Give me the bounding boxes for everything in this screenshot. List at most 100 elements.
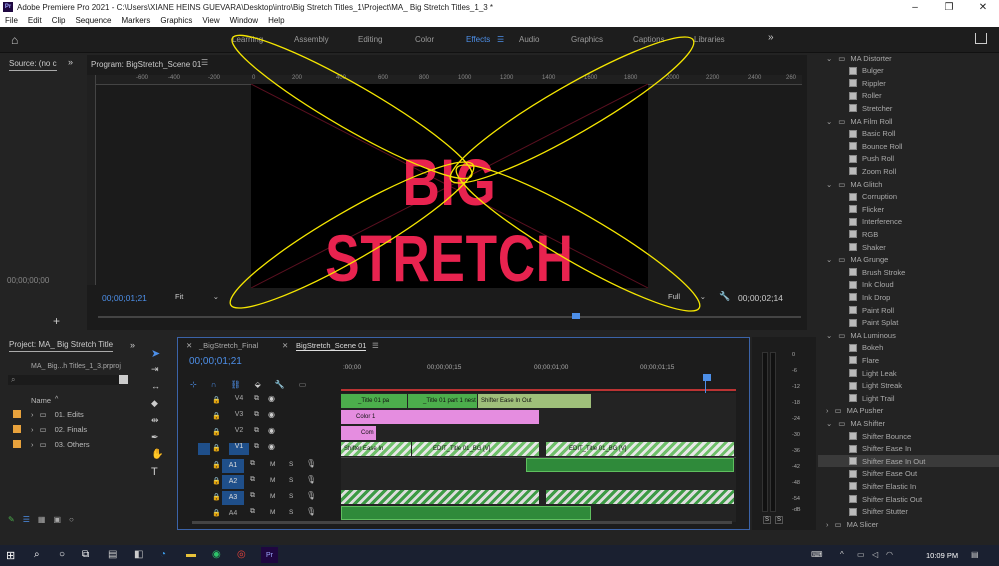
effects-folder[interactable]: ⌄ ▭ MA Grunge (826, 254, 996, 266)
program-current-timecode[interactable]: 00;00;01;21 (102, 293, 147, 303)
menu-sequence[interactable]: Sequence (75, 16, 111, 25)
tab-audio[interactable]: Audio (519, 35, 539, 44)
new-bin-icon[interactable] (119, 375, 128, 384)
mute-button[interactable]: M (270, 509, 275, 516)
hand-tool-icon[interactable]: ✋ (151, 449, 163, 460)
solo-button[interactable]: S (289, 493, 293, 500)
microphone-icon[interactable]: 🎙 (306, 491, 316, 500)
task-view-icon[interactable]: ⧉ (82, 549, 89, 560)
premiere-taskbar-icon[interactable]: Pr (261, 547, 278, 563)
type-tool-icon[interactable]: T (151, 466, 158, 478)
list-view-icon[interactable]: ☰ (23, 515, 30, 525)
menu-graphics[interactable]: Graphics (160, 16, 192, 25)
effect-item[interactable]: Brush Stroke (818, 266, 999, 278)
effects-folder[interactable]: ⌄ ▭ MA Film Roll (826, 115, 996, 127)
keyboard-icon[interactable]: ⌨ (811, 550, 823, 559)
project-folder-item[interactable]: › ▭ 02. Finals (13, 422, 87, 436)
menu-help[interactable]: Help (268, 16, 284, 25)
add-marker-icon[interactable]: + (53, 314, 60, 328)
track-label[interactable]: A3 (222, 491, 244, 505)
timeline-clip[interactable]: EDIT_Title 01_BG [V] (546, 442, 734, 456)
timeline-timecode[interactable]: 00;00;01;21 (189, 356, 242, 367)
tab-color[interactable]: Color (415, 35, 434, 44)
effect-item[interactable]: Shifter Stutter (818, 506, 999, 518)
windows-start-icon[interactable]: ⊞ (6, 549, 15, 562)
share-icon[interactable] (975, 33, 987, 44)
effect-item[interactable]: Light Trail (818, 392, 999, 404)
effect-item[interactable]: Shifter Elastic Out (818, 493, 999, 505)
chevron-right-icon[interactable]: › (31, 440, 34, 449)
effect-item[interactable]: Light Streak (818, 380, 999, 392)
track-label[interactable]: V1 (229, 443, 249, 455)
effect-item[interactable]: Shifter Ease In (818, 443, 999, 455)
eye-icon[interactable]: ◉ (268, 442, 275, 451)
chevron-right-icon[interactable]: › (826, 406, 829, 415)
cortana-icon[interactable]: ○ (59, 549, 65, 560)
scrubber-handle[interactable] (572, 313, 581, 319)
effect-item[interactable]: Bulger (818, 65, 999, 77)
effect-item[interactable]: Light Leak (818, 367, 999, 379)
effects-folder[interactable]: ⌄ ▭ MA Luminous (826, 329, 996, 341)
linked-selection-icon[interactable]: ⛓ (230, 380, 240, 390)
effect-item[interactable]: Shifter Elastic In (818, 480, 999, 492)
timeline-menu-icon[interactable]: ☰ (372, 341, 379, 350)
nest-icon[interactable]: ⊹ (190, 380, 197, 390)
chevron-down-icon[interactable]: ⌄ (826, 255, 832, 264)
sync-lock-icon[interactable]: ⧉ (250, 476, 255, 484)
tab-captions[interactable]: Captions (633, 35, 665, 44)
effect-item[interactable]: Flicker (818, 203, 999, 215)
sync-lock-icon[interactable]: ⧉ (254, 443, 259, 451)
effects-folder[interactable]: › ▭ MA Slicer (826, 518, 996, 530)
chevron-down-icon[interactable]: ⌄ (826, 331, 832, 340)
effect-item[interactable]: Paint Roll (818, 304, 999, 316)
chevron-down-icon[interactable]: ⌄ (826, 54, 832, 63)
audio-clip[interactable] (341, 490, 539, 504)
audio-clip[interactable] (546, 490, 734, 504)
close-icon[interactable]: ✕ (968, 0, 998, 14)
taskbar-clock[interactable]: 10:09 PM (926, 551, 958, 560)
timeline-clip[interactable]: Shifter Ease In (341, 442, 411, 456)
audio-clip[interactable] (341, 506, 591, 520)
chevron-right-icon[interactable]: › (826, 520, 829, 529)
menu-clip[interactable]: Clip (52, 16, 66, 25)
store-icon[interactable]: ◧ (134, 549, 143, 560)
effect-item[interactable]: Rippler (818, 77, 999, 89)
lock-icon[interactable]: 🔒 (212, 428, 221, 436)
effect-item[interactable]: Interference (818, 216, 999, 228)
chevron-right-icon[interactable]: › (31, 410, 34, 419)
track-select-tool-icon[interactable]: ⇥ (151, 364, 159, 375)
effect-item[interactable]: Shifter Bounce (818, 430, 999, 442)
menu-edit[interactable]: Edit (28, 16, 42, 25)
effects-folder[interactable]: › ▭ MA Pusher (826, 405, 996, 417)
timeline-clip[interactable]: Com (341, 426, 376, 440)
effect-item[interactable]: Bokeh (818, 342, 999, 354)
effect-item[interactable]: RGB (818, 228, 999, 240)
eye-icon[interactable]: ◉ (268, 426, 275, 435)
effect-item[interactable]: Zoom Roll (818, 165, 999, 177)
sync-lock-icon[interactable]: ⧉ (254, 395, 259, 403)
solo-left-button[interactable]: S (763, 516, 772, 524)
project-folder-item[interactable]: › ▭ 01. Edits (13, 407, 84, 421)
eye-icon[interactable]: ◉ (268, 394, 275, 403)
effect-item[interactable]: Corruption (818, 191, 999, 203)
effects-folder[interactable]: ⌄ ▭ MA Distorter (826, 53, 996, 64)
effect-item[interactable]: Roller (818, 90, 999, 102)
snap-icon[interactable]: ∩ (211, 380, 217, 390)
zoom-out-icon[interactable]: ○ (69, 515, 74, 525)
effect-item[interactable]: Shifter Ease Out (818, 468, 999, 480)
slip-tool-icon[interactable]: ⇹ (151, 415, 159, 426)
effects-folder[interactable]: ⌄ ▭ MA Shifter (826, 417, 996, 429)
sync-lock-icon[interactable]: ⧉ (250, 460, 255, 468)
timeline-clip[interactable]: Shifter Ease In Out (478, 394, 591, 408)
tab-effects[interactable]: Effects (466, 35, 490, 44)
lock-icon[interactable]: 🔒 (212, 509, 221, 517)
timeline-clip[interactable]: EDIT_Title 01_BG [V] (412, 442, 539, 456)
wrench-icon[interactable]: 🔧 (719, 291, 730, 302)
selection-tool-icon[interactable]: ➤ (151, 347, 160, 360)
effect-item[interactable]: Push Roll (818, 153, 999, 165)
mute-button[interactable]: M (270, 461, 275, 468)
resolution-select[interactable]: Full ⌄ (668, 291, 706, 302)
effect-item[interactable]: Ink Cloud (818, 279, 999, 291)
track-label[interactable]: V3 (229, 411, 249, 423)
notifications-icon[interactable]: ▤ (971, 550, 979, 559)
